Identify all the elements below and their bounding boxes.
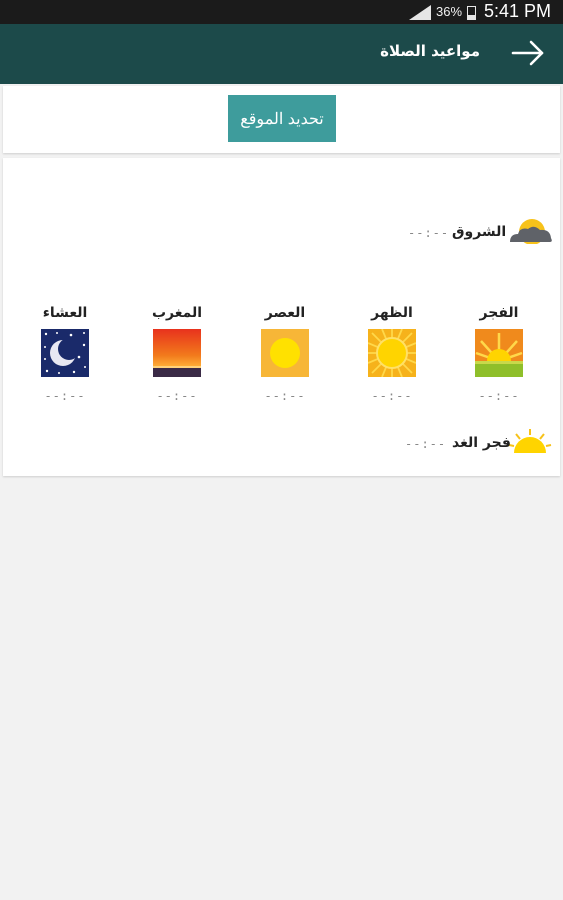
afternoon-sun-icon: [261, 329, 309, 377]
prayer-time: --:--: [371, 389, 413, 403]
prayer-name: المغرب: [151, 305, 203, 321]
prayer-time: --:--: [156, 389, 198, 403]
page-title: مواعيد الصلاة: [380, 42, 480, 60]
status-clock: 5:41 PM: [484, 1, 552, 21]
prayer-name: العشاء: [42, 305, 88, 321]
status-bar: 36% 5:41 PM: [0, 0, 563, 24]
location-card: تحديد الموقع: [3, 86, 560, 153]
prayer-isha: العشاء --:--: [30, 305, 100, 403]
sunrise-time: --:--: [408, 226, 450, 240]
arrow-right-icon[interactable]: [511, 39, 545, 67]
prayer-asr: العصر --:--: [250, 305, 320, 403]
next-fajr-time: --:--: [405, 437, 447, 451]
update-location-button[interactable]: تحديد الموقع: [228, 95, 336, 142]
sunset-icon: [153, 329, 201, 377]
prayer-time: --:--: [264, 389, 306, 403]
signal-icon: [409, 5, 431, 20]
prayer-name: العصر: [264, 305, 306, 321]
prayer-name: الظهر: [371, 305, 413, 321]
prayer-dhuhr: الظهر --:--: [357, 305, 427, 403]
next-fajr-label: فجر الغد: [452, 435, 511, 451]
prayer-maghrib: المغرب --:--: [142, 305, 212, 403]
sunrise-icon: [475, 329, 523, 377]
app-bar: مواعيد الصلاة: [0, 24, 563, 84]
noon-sun-icon: [368, 329, 416, 377]
prayer-time: --:--: [44, 389, 86, 403]
prayer-fajr: الفجر --:--: [464, 305, 534, 403]
battery-percent: 36%: [436, 4, 463, 19]
prayer-time: --:--: [478, 389, 520, 403]
moon-night-icon: [41, 329, 89, 377]
battery-icon: [467, 6, 476, 20]
sunrise-cloud-icon: [510, 219, 552, 244]
sunrise-label: الشروق: [452, 224, 507, 240]
prayer-name: الفجر: [479, 305, 519, 321]
half-sun-icon: [508, 429, 552, 453]
